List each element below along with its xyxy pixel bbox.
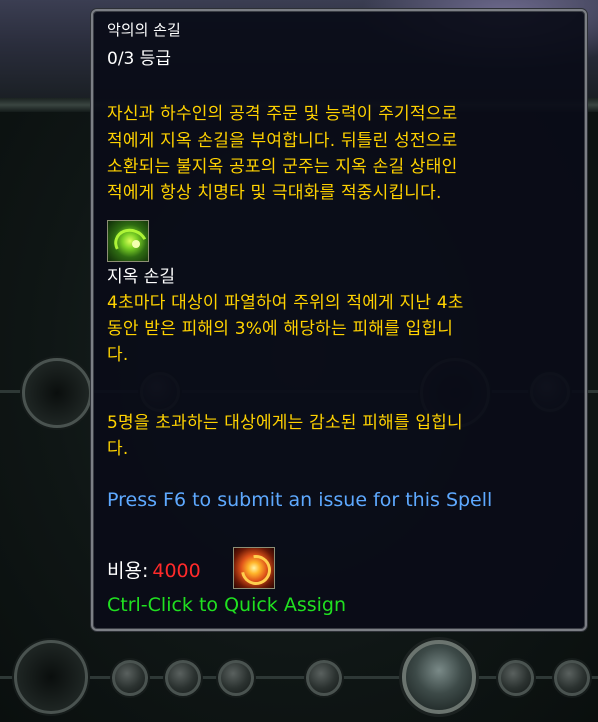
talent-node[interactable] — [306, 660, 342, 696]
talent-node-portrait[interactable] — [22, 358, 92, 428]
spell-description-line: 4초마다 대상이 파열하여 주위의 적에게 지난 4초 — [107, 293, 464, 313]
talent-node[interactable] — [498, 660, 534, 696]
spell-description-line: 동안 받은 피해의 3%에 해당하는 피해를 입힙니 — [107, 319, 454, 339]
cost-value: 4000 — [152, 560, 201, 582]
talent-node[interactable] — [554, 660, 590, 696]
talent-node[interactable] — [218, 660, 254, 696]
spell-description-line: 다. — [107, 345, 129, 365]
description-line: 적에게 항상 치명타 및 극대화를 적중시킵니다. — [107, 183, 442, 203]
issue-report-text: Press F6 to submit an issue for this Spe… — [107, 489, 493, 511]
fel-swirl-icon — [107, 220, 149, 262]
talent-node[interactable] — [112, 660, 148, 696]
cost-label: 비용: — [107, 560, 149, 582]
talent-node-portrait[interactable] — [402, 640, 476, 714]
extra-description-line: 다. — [107, 439, 129, 459]
description-line: 소환되는 불지옥 공포의 군주는 지옥 손길 상태인 — [107, 157, 458, 177]
cost-row: 비용: 4000 — [107, 556, 201, 583]
description-line: 자신과 하수인의 공격 주문 및 능력이 주기적으로 — [107, 104, 458, 124]
talent-node-portrait[interactable] — [14, 640, 88, 714]
spell-name: 지옥 손길 — [107, 267, 175, 287]
quick-assign-hint: Ctrl-Click to Quick Assign — [107, 594, 347, 616]
spell-tooltip: 악의의 손길 0/3 등급 자신과 하수인의 공격 주문 및 능력이 주기적으로… — [91, 9, 587, 631]
fire-vortex-icon — [233, 547, 275, 589]
tooltip-rank: 0/3 등급 — [107, 49, 172, 69]
extra-description-line: 5명을 초과하는 대상에게는 감소된 피해를 입힙니 — [107, 413, 463, 433]
description-line: 적에게 지옥 손길을 부여합니다. 뒤틀린 성전으로 — [107, 131, 458, 151]
talent-node[interactable] — [165, 660, 201, 696]
tooltip-title: 악의의 손길 — [107, 21, 181, 39]
